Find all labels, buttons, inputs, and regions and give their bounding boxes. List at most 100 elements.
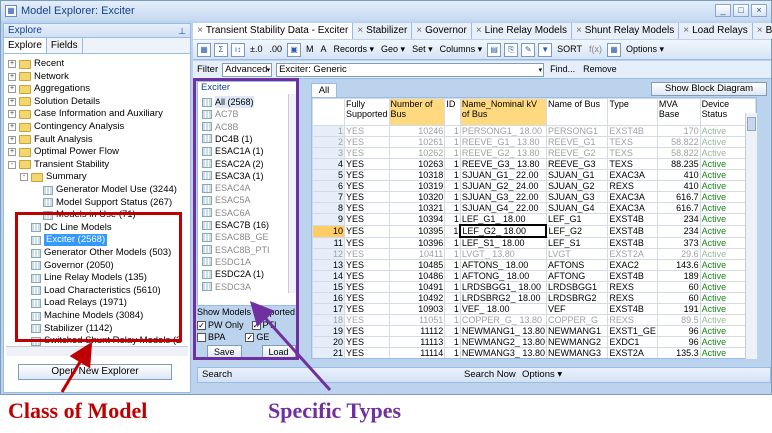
- table-cell[interactable]: 10411: [388, 248, 446, 260]
- geo-menu[interactable]: Geo ▾: [379, 42, 407, 57]
- tree-node[interactable]: - Transient Stability: [8, 159, 109, 171]
- table-cell[interactable]: TEXS: [607, 147, 658, 159]
- tree-node[interactable]: + Contingency Analysis: [8, 121, 124, 133]
- row-number[interactable]: 2: [312, 136, 345, 148]
- table-cell[interactable]: NEWMANG1: [545, 325, 609, 337]
- table-cell[interactable]: 143.6: [656, 259, 701, 271]
- tab-6[interactable]: ×Buses: [752, 23, 772, 39]
- table-cell[interactable]: COPPER_G_ 13.80: [459, 314, 547, 326]
- table-cell[interactable]: VEF: [545, 303, 609, 315]
- table-cell[interactable]: 410: [656, 169, 701, 181]
- collapse-icon[interactable]: -: [20, 173, 28, 182]
- column-header[interactable]: MVA Base: [656, 98, 701, 126]
- table-cell[interactable]: LEF_S1_ 18.00: [459, 236, 547, 249]
- format-icon[interactable]: ı↕: [231, 42, 245, 57]
- table-cell[interactable]: REXS: [607, 314, 658, 326]
- expand-icon[interactable]: +: [8, 135, 16, 144]
- table-cell[interactable]: 1: [444, 236, 461, 249]
- table-cell[interactable]: EXAC3A: [607, 191, 658, 203]
- expand-icon[interactable]: +: [8, 110, 16, 119]
- row-number[interactable]: 3: [312, 147, 345, 159]
- tree-node[interactable]: + Fault Analysis: [8, 134, 93, 146]
- columns-menu[interactable]: Columns ▾: [438, 42, 485, 57]
- table-cell[interactable]: EXAC2: [607, 259, 658, 271]
- collapse-icon[interactable]: -: [8, 160, 16, 169]
- column-header[interactable]: Type: [607, 98, 658, 126]
- table-cell[interactable]: 1: [444, 314, 461, 326]
- table-cell[interactable]: REEVE_G1: [545, 136, 609, 148]
- table-cell[interactable]: 60: [656, 292, 701, 304]
- table-cell[interactable]: 10485: [388, 259, 446, 271]
- row-number[interactable]: 14: [312, 270, 345, 282]
- table-cell[interactable]: LVGT_ 13.80: [459, 248, 547, 260]
- table-cell[interactable]: NEWMANG2_ 13.80: [459, 336, 547, 348]
- table-cell[interactable]: 1: [444, 191, 461, 203]
- decimals-increase-button[interactable]: ±.0: [248, 42, 264, 57]
- table-cell[interactable]: AFTONG_ 18.00: [459, 270, 547, 282]
- table-cell[interactable]: 1: [444, 125, 461, 137]
- table-cell[interactable]: TEXS: [607, 136, 658, 148]
- table-cell[interactable]: 58.822: [656, 136, 701, 148]
- table-cell[interactable]: COPPER_G: [545, 314, 609, 326]
- table-cell[interactable]: 10262: [388, 147, 446, 159]
- table-cell[interactable]: YES: [343, 292, 390, 304]
- table-cell[interactable]: LRDSBGG1: [545, 281, 609, 293]
- row-number[interactable]: 16: [312, 292, 345, 304]
- expand-icon[interactable]: +: [8, 85, 16, 94]
- table-cell[interactable]: YES: [343, 202, 390, 214]
- table-cell[interactable]: SJUAN_G4_ 22.00: [459, 202, 547, 214]
- table-cell[interactable]: 10318: [388, 169, 446, 181]
- paint-icon[interactable]: ✎: [521, 42, 536, 57]
- table-cell[interactable]: YES: [343, 158, 390, 170]
- table-cell[interactable]: EXST4B: [607, 303, 658, 315]
- table-cell[interactable]: YES: [343, 169, 390, 181]
- column-header[interactable]: Fully Supported: [343, 98, 390, 126]
- table-cell[interactable]: TEXS: [607, 158, 658, 170]
- table-cell[interactable]: YES: [343, 236, 390, 249]
- column-header[interactable]: Number of Bus: [388, 98, 446, 126]
- table-row[interactable]: 20 YES 11113 1 NEWMANG2_ 13.80 NEWMANG2 EXDC1 9…: [312, 336, 756, 348]
- table-cell[interactable]: REEVE_G2: [545, 147, 609, 159]
- tab-1[interactable]: × Stabilizer: [353, 23, 413, 39]
- decimals-decrease-button[interactable]: .00: [267, 42, 284, 57]
- table-cell[interactable]: 1: [444, 202, 461, 214]
- table-cell[interactable]: 1: [444, 158, 461, 170]
- table-cell[interactable]: NEWMANG2: [545, 336, 609, 348]
- table-row[interactable]: 5 YES 10318 1 SJUAN_G1_ 22.00 SJUAN_G1 EXAC3A 4…: [312, 169, 756, 181]
- toggle-m-button[interactable]: M: [304, 42, 316, 57]
- table-cell[interactable]: EXST4B: [607, 224, 658, 238]
- filter-value-select[interactable]: Exciter: Generic ▾: [276, 62, 545, 77]
- table-cell[interactable]: REXS: [607, 281, 658, 293]
- tab-2[interactable]: × Governor: [412, 23, 472, 39]
- table-cell[interactable]: EXST2A: [607, 347, 658, 358]
- table-cell[interactable]: 10319: [388, 180, 446, 192]
- table-cell[interactable]: 1: [444, 169, 461, 181]
- set-menu[interactable]: Set ▾: [410, 42, 435, 57]
- row-number[interactable]: 17: [312, 303, 345, 315]
- table-cell[interactable]: SJUAN_G1: [545, 169, 609, 181]
- table-cell[interactable]: YES: [343, 125, 390, 137]
- table-cell[interactable]: EXAC3A: [607, 202, 658, 214]
- table-cell[interactable]: SJUAN_G1_ 22.00: [459, 169, 547, 181]
- tab-fields[interactable]: Fields: [47, 38, 83, 53]
- sum-icon[interactable]: Σ: [214, 42, 228, 57]
- table-cell[interactable]: 10486: [388, 270, 446, 282]
- search-options-menu[interactable]: Options ▾: [522, 368, 562, 382]
- table-cell[interactable]: LRDSBRG2: [545, 292, 609, 304]
- table-row[interactable]: 21 YES 11114 1 NEWMANG3_ 13.80 NEWMANG3 EXST2A…: [312, 347, 756, 358]
- grid-view-icon[interactable]: ▦: [197, 42, 211, 57]
- show-block-diagram-button[interactable]: Show Block Diagram: [651, 82, 767, 96]
- table-cell[interactable]: PERSONG1: [545, 125, 609, 137]
- row-number[interactable]: 13: [312, 259, 345, 271]
- table-cell[interactable]: SJUAN_G4: [545, 202, 609, 214]
- table-cell[interactable]: YES: [343, 270, 390, 282]
- table-row[interactable]: 12 YES 10411 1 LVGT_ 13.80 LVGT EXST2A 29.6 Acti…: [312, 248, 756, 260]
- sort-button[interactable]: SORT: [555, 42, 584, 57]
- close-tab-icon[interactable]: ×: [197, 25, 203, 36]
- table-cell[interactable]: LEF_G2_ 18.00: [459, 224, 548, 238]
- table-cell[interactable]: 189: [656, 270, 701, 282]
- tab-0[interactable]: × Transient Stability Data - Exciter: [193, 23, 354, 39]
- row-number[interactable]: 5: [312, 169, 345, 181]
- tree-node[interactable]: + Optimal Power Flow: [8, 146, 119, 158]
- table-cell[interactable]: 96: [656, 325, 701, 337]
